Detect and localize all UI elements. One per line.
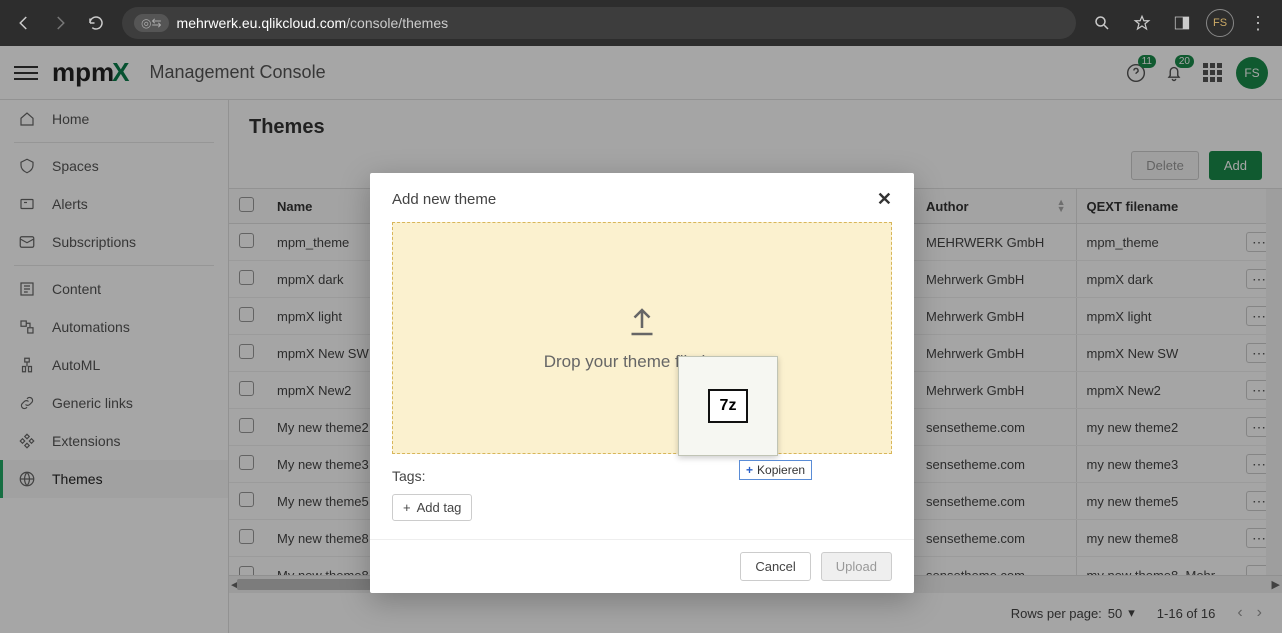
cancel-button[interactable]: Cancel bbox=[740, 552, 810, 581]
archive-7z-icon: 7z bbox=[708, 389, 748, 423]
file-drop-zone[interactable]: Drop your theme file here. bbox=[392, 222, 892, 454]
url-text: mehrwerk.eu.qlikcloud.com/console/themes bbox=[177, 15, 449, 31]
chrome-menu-icon[interactable]: ⋮ bbox=[1242, 7, 1274, 39]
bookmark-icon[interactable] bbox=[1126, 7, 1158, 39]
add-tag-button[interactable]: +Add tag bbox=[392, 494, 472, 521]
close-icon[interactable]: ✕ bbox=[877, 189, 892, 210]
browser-chrome: ◎⇆ mehrwerk.eu.qlikcloud.com/console/the… bbox=[0, 0, 1282, 46]
back-button[interactable] bbox=[8, 7, 40, 39]
upload-button[interactable]: Upload bbox=[821, 552, 892, 581]
modal-title: Add new theme bbox=[392, 191, 496, 208]
dragged-file-icon: 7z bbox=[678, 356, 778, 456]
zoom-icon[interactable] bbox=[1086, 7, 1118, 39]
plus-icon: + bbox=[746, 463, 753, 477]
tags-label: Tags: bbox=[370, 468, 914, 494]
forward-button[interactable] bbox=[44, 7, 76, 39]
add-theme-modal: Add new theme ✕ Drop your theme file her… bbox=[370, 173, 914, 593]
site-info-icon[interactable]: ◎⇆ bbox=[134, 14, 169, 32]
copy-badge: +Kopieren bbox=[739, 460, 812, 480]
panel-icon[interactable] bbox=[1166, 7, 1198, 39]
profile-chip[interactable]: FS bbox=[1206, 9, 1234, 37]
reload-button[interactable] bbox=[80, 7, 112, 39]
plus-icon: + bbox=[403, 500, 411, 515]
url-bar[interactable]: ◎⇆ mehrwerk.eu.qlikcloud.com/console/the… bbox=[122, 7, 1076, 39]
